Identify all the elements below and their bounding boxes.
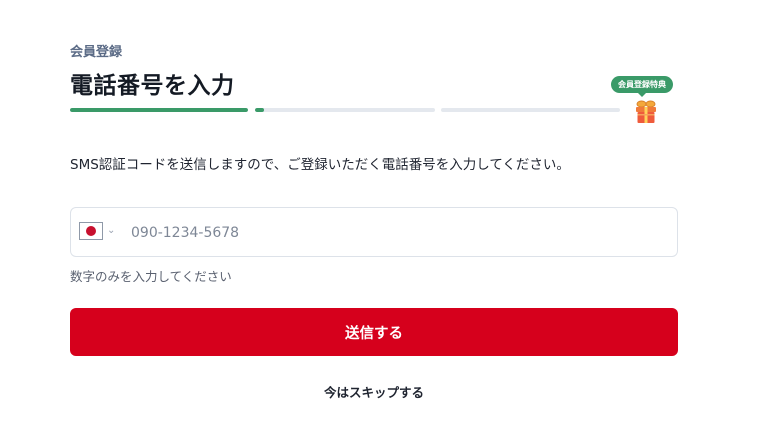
- registration-page: 会員登録 電話番号を入力 会員登録特典 SMS認証コードを送信しますので、ご登録…: [0, 0, 762, 443]
- phone-field: ⌄: [70, 207, 678, 257]
- input-hint: 数字のみを入力してください: [70, 269, 232, 284]
- chevron-down-icon[interactable]: ⌄: [107, 225, 115, 236]
- gift-icon: [636, 100, 656, 123]
- progress-step-3: [441, 108, 620, 112]
- japan-flag-icon[interactable]: [79, 222, 103, 240]
- progress-step-2: [255, 108, 435, 112]
- page-eyebrow: 会員登録: [70, 45, 123, 60]
- submit-button[interactable]: 送信する: [70, 308, 678, 356]
- skip-link[interactable]: 今はスキップする: [0, 382, 748, 401]
- sms-description: SMS認証コードを送信しますので、ご登録いただく電話番号を入力してください。: [70, 157, 570, 173]
- reward-badge: 会員登録特典: [611, 76, 673, 97]
- page-title: 電話番号を入力: [70, 73, 235, 99]
- step-progress: [70, 108, 620, 112]
- progress-step-1: [70, 108, 248, 112]
- phone-input[interactable]: [131, 218, 651, 248]
